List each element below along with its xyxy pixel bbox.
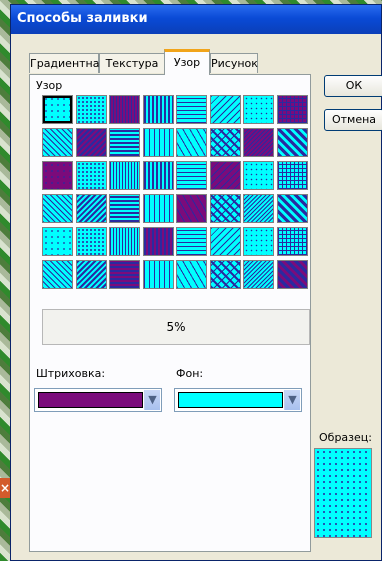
- cancel-button[interactable]: Отмена: [324, 109, 382, 131]
- pattern-swatch[interactable]: [209, 194, 241, 223]
- pattern-swatch[interactable]: [142, 161, 174, 190]
- pattern-swatch[interactable]: [109, 194, 140, 223]
- pattern-swatch[interactable]: [176, 260, 207, 289]
- pattern-swatch[interactable]: [276, 128, 308, 157]
- tab-picture[interactable]: Рисунок: [210, 53, 258, 73]
- background-color-swatch: [178, 392, 283, 408]
- pattern-swatch[interactable]: [209, 161, 241, 190]
- pattern-swatch[interactable]: [176, 161, 207, 190]
- pattern-label: Узор: [36, 79, 63, 92]
- pattern-swatch[interactable]: [75, 95, 107, 124]
- chevron-down-icon[interactable]: ▼: [284, 390, 300, 410]
- pattern-swatch[interactable]: [142, 194, 174, 223]
- pattern-swatch[interactable]: [176, 227, 207, 256]
- pattern-swatch[interactable]: [276, 95, 308, 124]
- pattern-swatch[interactable]: [243, 95, 274, 124]
- pattern-swatch[interactable]: [243, 128, 274, 157]
- pattern-swatch[interactable]: [276, 194, 308, 223]
- pattern-swatch[interactable]: [109, 128, 140, 157]
- pattern-swatch[interactable]: [42, 95, 73, 124]
- dialog-title: Способы заливки: [17, 11, 148, 26]
- pattern-swatch[interactable]: [209, 260, 241, 289]
- title-bar[interactable]: Способы заливки: [11, 5, 381, 34]
- pattern-swatch[interactable]: [142, 227, 174, 256]
- pattern-swatch[interactable]: [142, 128, 174, 157]
- ok-button[interactable]: ОК: [324, 75, 382, 97]
- pattern-swatch[interactable]: [276, 227, 308, 256]
- pattern-name-box: 5%: [42, 309, 310, 345]
- pattern-swatch[interactable]: [75, 227, 107, 256]
- pattern-panel: Узор 5% Штриховка: ▼ Фон: ▼: [29, 74, 311, 552]
- sample-preview: [314, 448, 372, 538]
- sample-label: Образец:: [319, 431, 372, 444]
- pattern-name: 5%: [166, 320, 186, 334]
- pattern-grid: [42, 95, 310, 295]
- pattern-swatch[interactable]: [243, 227, 274, 256]
- pattern-swatch[interactable]: [243, 260, 274, 289]
- pattern-swatch[interactable]: [142, 260, 174, 289]
- pattern-swatch[interactable]: [75, 161, 107, 190]
- pattern-swatch[interactable]: [42, 227, 73, 256]
- pattern-swatch[interactable]: [209, 128, 241, 157]
- background-label: Фон:: [176, 367, 204, 380]
- pattern-swatch[interactable]: [42, 161, 73, 190]
- pattern-swatch[interactable]: [109, 227, 140, 256]
- background-close-icon: ×: [0, 478, 10, 498]
- tab-texture[interactable]: Текстура: [99, 53, 165, 73]
- pattern-swatch[interactable]: [75, 128, 107, 157]
- pattern-swatch[interactable]: [75, 260, 107, 289]
- pattern-swatch[interactable]: [243, 194, 274, 223]
- foreground-color-select[interactable]: ▼: [34, 388, 162, 412]
- pattern-swatch[interactable]: [276, 161, 308, 190]
- tab-pattern[interactable]: Узор: [164, 49, 210, 75]
- background-color-select[interactable]: ▼: [174, 388, 302, 412]
- foreground-color-swatch: [38, 392, 143, 408]
- pattern-swatch[interactable]: [176, 194, 207, 223]
- pattern-swatch[interactable]: [42, 128, 73, 157]
- pattern-swatch[interactable]: [75, 194, 107, 223]
- pattern-swatch[interactable]: [209, 95, 241, 124]
- foreground-label: Штриховка:: [36, 367, 106, 380]
- pattern-swatch[interactable]: [109, 161, 140, 190]
- pattern-swatch[interactable]: [42, 260, 73, 289]
- chevron-down-icon[interactable]: ▼: [144, 390, 160, 410]
- pattern-swatch[interactable]: [42, 194, 73, 223]
- pattern-swatch[interactable]: [209, 227, 241, 256]
- pattern-swatch[interactable]: [176, 95, 207, 124]
- pattern-swatch[interactable]: [109, 95, 140, 124]
- tab-gradient[interactable]: Градиентная: [29, 53, 106, 73]
- pattern-swatch[interactable]: [176, 128, 207, 157]
- pattern-swatch[interactable]: [109, 260, 140, 289]
- pattern-swatch[interactable]: [142, 95, 174, 124]
- pattern-swatch[interactable]: [276, 260, 308, 289]
- pattern-swatch[interactable]: [243, 161, 274, 190]
